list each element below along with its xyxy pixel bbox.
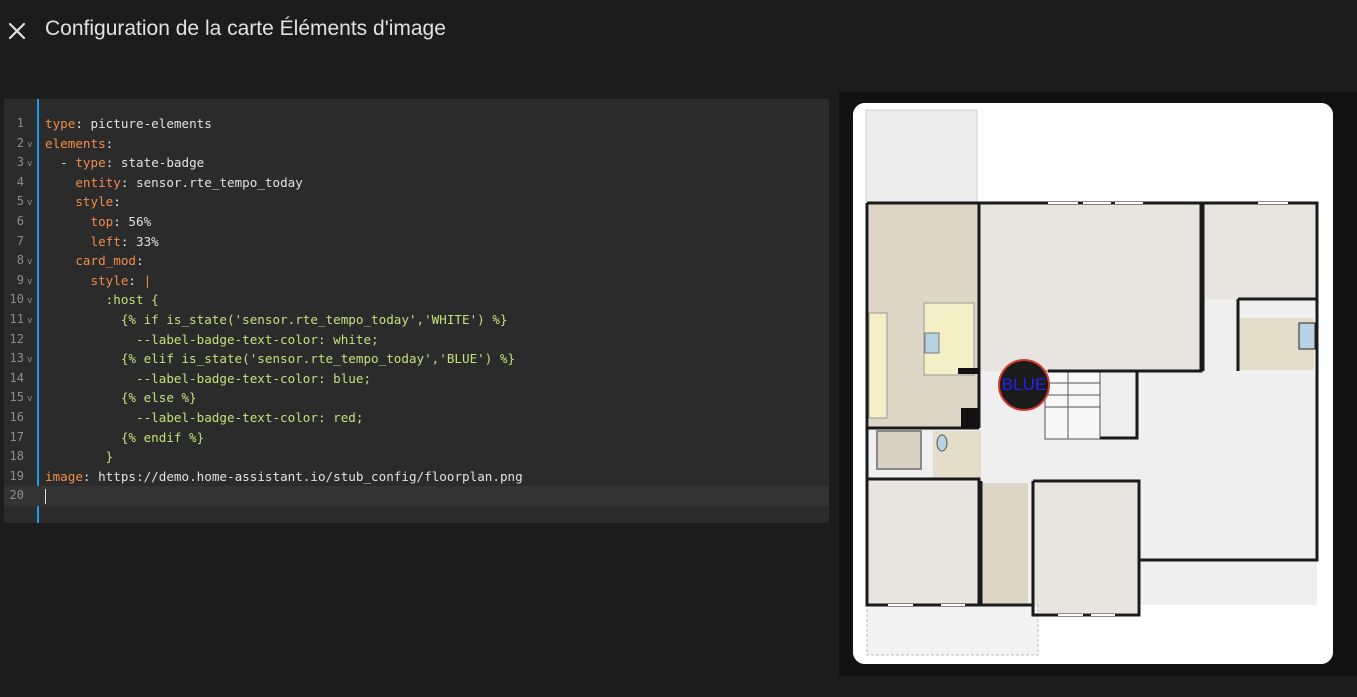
yaml-code-editor[interactable]: 1 type: picture-elements 2 v elements: 3 v - t… bbox=[4, 99, 829, 523]
code-text: {% elif is_state('sensor.rte_tempo_today… bbox=[45, 351, 516, 367]
code-text: style: | bbox=[90, 272, 152, 288]
code-line[interactable]: 20 bbox=[4, 486, 829, 506]
code-line[interactable]: 16 --label-badge-text-color: red; bbox=[4, 408, 829, 428]
line-number: 18 bbox=[9, 449, 24, 464]
code-text: elements: bbox=[45, 135, 114, 151]
code-text: entity: sensor.rte_tempo_today bbox=[75, 174, 303, 190]
code-line[interactable]: 9v style: | bbox=[4, 271, 829, 291]
code-text: style: bbox=[75, 194, 121, 210]
code-line[interactable]: 8v card_mod: bbox=[4, 251, 829, 271]
badge-label: BLUE bbox=[1001, 375, 1047, 394]
line-number: 15 bbox=[9, 390, 24, 405]
line-number: 5 bbox=[16, 194, 24, 209]
code-text: {% else %} bbox=[45, 390, 197, 406]
line-number: 3 bbox=[16, 155, 24, 170]
close-icon[interactable] bbox=[4, 18, 30, 44]
code-text: --label-badge-text-color: red; bbox=[45, 409, 364, 425]
line-number: 1 bbox=[16, 116, 24, 130]
code-line[interactable]: 19 image: https://demo.home-assistant.io/… bbox=[4, 467, 829, 487]
text-cursor bbox=[45, 489, 46, 505]
code-line[interactable]: 4 entity: sensor.rte_tempo_today bbox=[4, 173, 829, 193]
line-number: 8 bbox=[16, 253, 24, 268]
code-text: --label-badge-text-color: white; bbox=[45, 331, 379, 347]
line-number: 13 bbox=[9, 351, 24, 366]
line-number: 17 bbox=[9, 429, 24, 444]
line-number: 16 bbox=[9, 409, 24, 424]
line-number: 11 bbox=[9, 311, 24, 326]
state-badge[interactable]: BLUE bbox=[998, 359, 1050, 411]
code-text: } bbox=[45, 449, 114, 465]
line-number: 7 bbox=[16, 233, 24, 248]
line-number: 9 bbox=[16, 272, 24, 287]
code-text: image: https://demo.home-assistant.io/st… bbox=[45, 468, 523, 484]
code-line[interactable]: 14 --label-badge-text-color: blue; bbox=[4, 369, 829, 389]
line-number: 14 bbox=[9, 370, 24, 385]
line-number: 20 bbox=[9, 488, 24, 503]
code-line[interactable]: 10 v :host { bbox=[4, 290, 829, 310]
code-line[interactable]: 15 v {% else %} bbox=[4, 388, 829, 408]
code-line[interactable]: 6 top: 56% bbox=[4, 212, 829, 232]
card-preview: BLUE bbox=[839, 92, 1357, 676]
picture-elements-card: BLUE bbox=[853, 103, 1333, 664]
code-text: type: picture-elements bbox=[45, 116, 212, 131]
floorplan-image bbox=[853, 103, 1333, 664]
line-number: 4 bbox=[16, 174, 24, 189]
dialog-title: Configuration de la carte Éléments d'ima… bbox=[45, 17, 446, 40]
code-text: left: 33% bbox=[90, 233, 159, 249]
code-line[interactable]: 1 type: picture-elements bbox=[4, 114, 829, 134]
code-line[interactable]: 7 left: 33% bbox=[4, 232, 829, 252]
line-number: 2 bbox=[16, 135, 24, 150]
dialog-header: Configuration de la carte Éléments d'ima… bbox=[0, 0, 1357, 62]
code-text: --label-badge-text-color: blue; bbox=[45, 370, 372, 386]
line-number: 12 bbox=[9, 331, 24, 346]
code-text: {% if is_state('sensor.rte_tempo_today',… bbox=[45, 311, 508, 327]
line-number: 10 bbox=[9, 292, 24, 307]
code-text: card_mod: bbox=[75, 253, 144, 269]
code-line[interactable]: 17 {% endif %} bbox=[4, 428, 829, 448]
code-text: top: 56% bbox=[90, 213, 152, 229]
code-text bbox=[45, 486, 46, 506]
code-lines: 1 type: picture-elements 2 v elements: 3 v - t… bbox=[4, 114, 829, 506]
line-number: 19 bbox=[9, 468, 24, 483]
code-text: :host { bbox=[45, 292, 159, 308]
code-line[interactable]: 18 } bbox=[4, 447, 829, 467]
code-line[interactable]: 2 v elements: bbox=[4, 134, 829, 154]
code-text: {% endif %} bbox=[45, 429, 205, 445]
code-line[interactable]: 5v style: bbox=[4, 192, 829, 212]
line-number: 6 bbox=[16, 213, 24, 228]
code-line[interactable]: 12 --label-badge-text-color: white; bbox=[4, 330, 829, 350]
code-text: - type: state-badge bbox=[45, 155, 205, 171]
code-line[interactable]: 13 v {% elif is_state('sensor.rte_tempo_t… bbox=[4, 349, 829, 369]
code-line[interactable]: 11 v {% if is_state('sensor.rte_tempo_tod… bbox=[4, 310, 829, 330]
code-line[interactable]: 3v - type: state-badge bbox=[4, 153, 829, 173]
